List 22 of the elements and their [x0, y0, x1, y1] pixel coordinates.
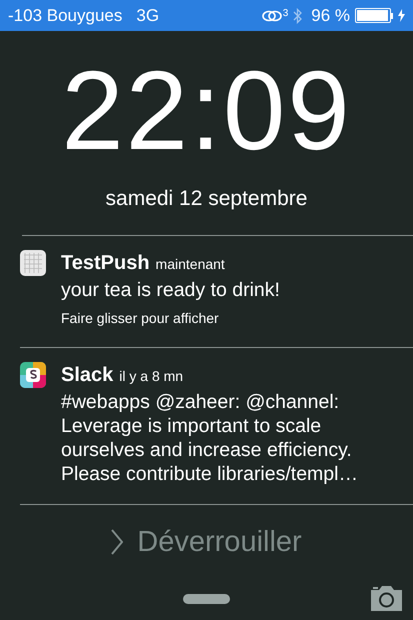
- notification-message: your tea is ready to drink!: [61, 278, 280, 302]
- network-type: 3G: [136, 4, 160, 27]
- app-logo-icon: [20, 362, 46, 388]
- notification-message: #webapps @zaheer: @channel: Leverage is important to scale ourselves and increase efficiency. Please contribute libraries/templ…: [61, 390, 359, 486]
- timestamp: maintenant: [156, 254, 225, 274]
- date-label: samedi 12 septembre: [104, 186, 308, 212]
- timestamp: il y a 8 mn: [119, 366, 184, 386]
- clock-time: 22:09: [60, 55, 353, 167]
- bluetooth-icon: [293, 8, 302, 24]
- link-icon: [260, 8, 283, 22]
- unlock-label[interactable]: Déverrouiller: [137, 520, 302, 564]
- chevron-icon: [111, 529, 124, 556]
- battery-icon: [355, 8, 391, 23]
- battery-percentage: 96 %: [311, 4, 350, 27]
- app-name: TestPush: [61, 250, 150, 276]
- app-grid-icon: [20, 250, 46, 276]
- notification-hint: Faire glisser pour afficher: [61, 308, 220, 328]
- control-center-handle[interactable]: [183, 594, 230, 604]
- link-count: 3: [282, 8, 288, 18]
- app-name: Slack: [61, 362, 114, 388]
- carrier-name: -103 Bouygues: [8, 4, 122, 27]
- camera-icon[interactable]: [369, 584, 404, 612]
